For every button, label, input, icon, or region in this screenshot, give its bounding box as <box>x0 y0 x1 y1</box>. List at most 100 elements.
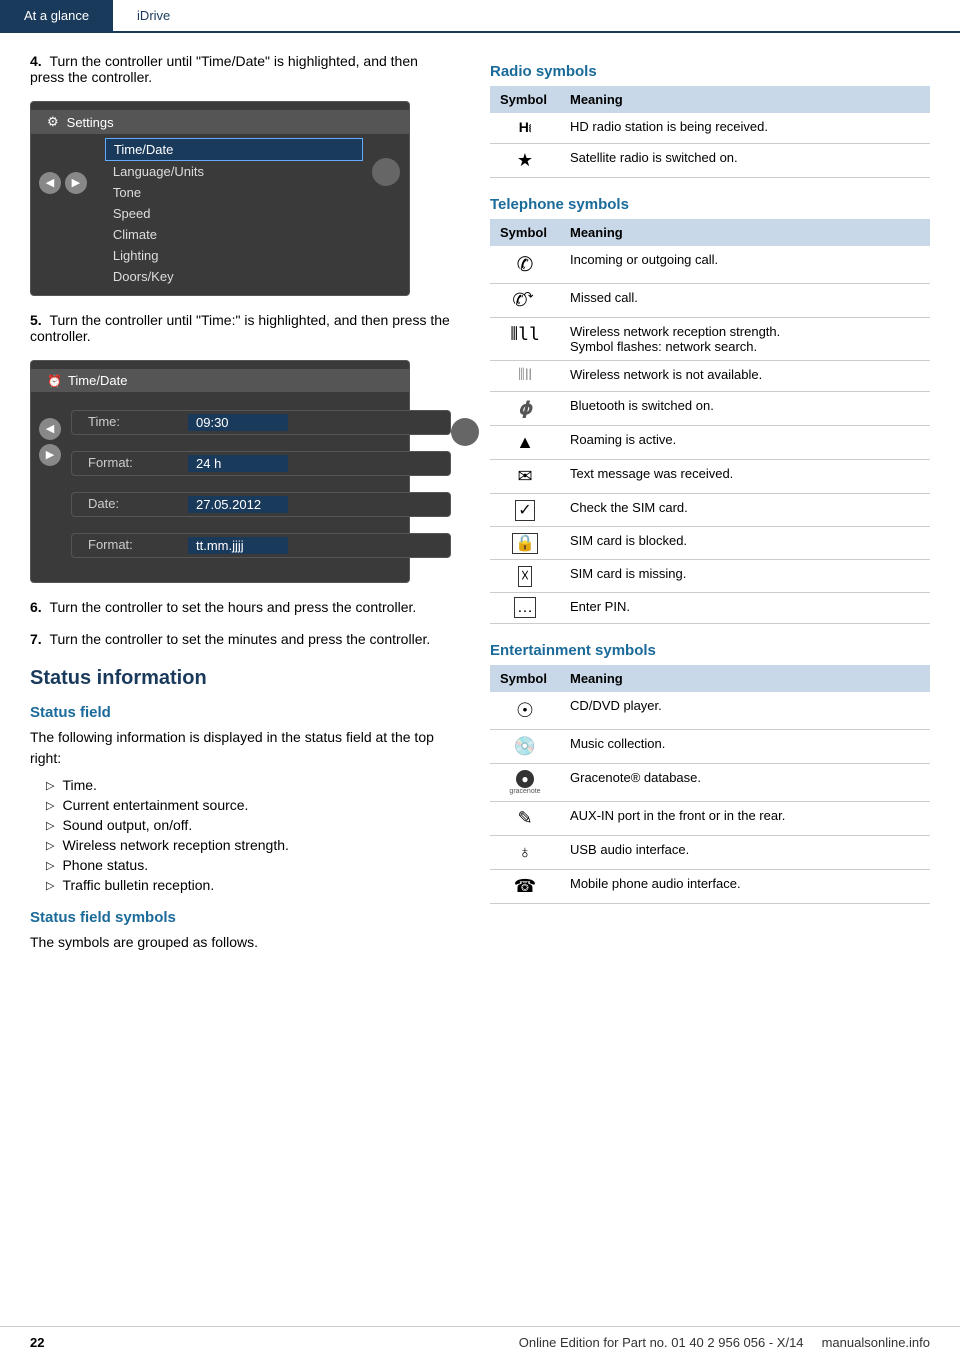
bullet-sound: Sound output, on/off. <box>46 815 450 835</box>
settings-screen-mockup: Settings ◀ ▶ Time/Date Language/Units To… <box>30 101 410 296</box>
step-6: 6. Turn the controller to set the hours … <box>30 599 450 615</box>
ent-col-meaning: Meaning <box>560 665 930 692</box>
radio-sym-hd: H⧙ <box>490 113 560 144</box>
menu-item-language[interactable]: Language/Units <box>97 161 371 182</box>
table-row: ▲ Roaming is active. <box>490 426 930 460</box>
bullet-wireless: Wireless network reception strength. <box>46 835 450 855</box>
time-icon <box>47 373 62 388</box>
tel-meaning-sim-check: Check the SIM card. <box>560 494 930 527</box>
timedate-nav-right[interactable]: ▶ <box>39 444 61 466</box>
step-text-7: Turn the controller to set the minutes a… <box>49 631 430 647</box>
menu-item-doors[interactable]: Doors/Key <box>97 266 371 287</box>
table-row: ⦀ll Wireless network is not available. <box>490 361 930 392</box>
table-row: 🔒 SIM card is blocked. <box>490 527 930 560</box>
radio-symbols-table: Symbol Meaning H⧙ HD radio station is be… <box>490 86 930 178</box>
entertainment-symbols-table: Symbol Meaning ☉ CD/DVD player. 💿 Music … <box>490 665 930 904</box>
menu-item-climate[interactable]: Climate <box>97 224 371 245</box>
tel-sym-signal: ⦀ll <box>490 318 560 361</box>
step-7: 7. Turn the controller to set the minute… <box>30 631 450 647</box>
tel-meaning-no-signal: Wireless network is not available. <box>560 361 930 392</box>
table-row: ✉ Text message was received. <box>490 460 930 494</box>
tel-sym-sim-blocked: 🔒 <box>490 527 560 560</box>
step-text-6: Turn the controller to set the hours and… <box>49 599 416 615</box>
ent-sym-aux: ✎ <box>490 802 560 836</box>
tel-sym-roaming: ▲ <box>490 426 560 460</box>
ent-meaning-music: Music collection. <box>560 730 930 764</box>
timedate-screen-mockup: Time/Date ◀ ▶ Time: 09:30 Format: 24 h <box>30 360 410 583</box>
tel-meaning-sim-blocked: SIM card is blocked. <box>560 527 930 560</box>
tel-col-meaning: Meaning <box>560 219 930 246</box>
radio-meaning-hd: HD radio station is being received. <box>560 113 930 144</box>
menu-item-speed[interactable]: Speed <box>97 203 371 224</box>
status-field-symbols-subheading: Status field symbols <box>30 909 450 926</box>
timedate-header: Time/Date <box>31 369 409 392</box>
ent-sym-usb: ♁ <box>490 836 560 870</box>
table-row: ✓ Check the SIM card. <box>490 494 930 527</box>
left-column: 4. Turn the controller until "Time/Date"… <box>30 53 450 959</box>
footer-copyright: Online Edition for Part no. 01 40 2 956 … <box>519 1335 930 1350</box>
right-column: Radio symbols Symbol Meaning H⧙ HD radio… <box>490 53 930 959</box>
radio-meaning-satellite: Satellite radio is switched on. <box>560 144 930 178</box>
step-number-6: 6. <box>30 599 42 615</box>
ent-sym-cd: ☉ <box>490 692 560 730</box>
timedate-nav-left[interactable]: ◀ <box>39 418 61 440</box>
table-row: ♁ USB audio interface. <box>490 836 930 870</box>
radio-col-meaning: Meaning <box>560 86 930 113</box>
tel-sym-pin: … <box>490 593 560 624</box>
tel-sym-sim-check: ✓ <box>490 494 560 527</box>
nav-right[interactable]: ▶ <box>65 172 87 194</box>
ent-meaning-aux: AUX-IN port in the front or in the rear. <box>560 802 930 836</box>
tab-at-a-glance[interactable]: At a glance <box>0 0 113 31</box>
radio-sym-satellite: ★ <box>490 144 560 178</box>
table-row: ⦀ll Wireless network reception strength.… <box>490 318 930 361</box>
tel-meaning-sim-missing: SIM card is missing. <box>560 560 930 593</box>
table-row: ☎ Mobile phone audio interface. <box>490 870 930 904</box>
tel-sym-missed: ✆↷ <box>490 284 560 318</box>
time-row: Time: 09:30 <box>71 410 451 435</box>
tel-sym-call: ✆ <box>490 246 560 284</box>
tel-sym-sms: ✉ <box>490 460 560 494</box>
ent-meaning-gracenote: Gracenote® database. <box>560 764 930 802</box>
header-tabs: At a glance iDrive <box>0 0 960 33</box>
menu-item-tone[interactable]: Tone <box>97 182 371 203</box>
status-information-heading: Status information <box>30 667 450 690</box>
nav-left[interactable]: ◀ <box>39 172 61 194</box>
ent-meaning-usb: USB audio interface. <box>560 836 930 870</box>
format-row-1: Format: 24 h <box>71 451 451 476</box>
tel-meaning-missed: Missed call. <box>560 284 930 318</box>
table-row: ☉ CD/DVD player. <box>490 692 930 730</box>
tab-idrive[interactable]: iDrive <box>113 0 194 31</box>
status-field-body: The following information is displayed i… <box>30 727 450 769</box>
tel-sym-no-signal: ⦀ll <box>490 361 560 392</box>
table-row: ☓ SIM card is missing. <box>490 560 930 593</box>
ent-meaning-mobile-audio: Mobile phone audio interface. <box>560 870 930 904</box>
step-5: 5. Turn the controller until "Time:" is … <box>30 312 450 344</box>
radio-symbols-heading: Radio symbols <box>490 63 930 80</box>
tel-meaning-bluetooth: Bluetooth is switched on. <box>560 392 930 426</box>
status-field-symbols-body: The symbols are grouped as follows. <box>30 932 450 953</box>
format-row-2: Format: tt.mm.jjjj <box>71 533 451 558</box>
date-row: Date: 27.05.2012 <box>71 492 451 517</box>
tel-col-symbol: Symbol <box>490 219 560 246</box>
settings-header: Settings <box>31 110 409 134</box>
ent-sym-music: 💿 <box>490 730 560 764</box>
tel-sym-sim-missing: ☓ <box>490 560 560 593</box>
table-row: 💿 Music collection. <box>490 730 930 764</box>
step-number-7: 7. <box>30 631 42 647</box>
tel-meaning-call: Incoming or outgoing call. <box>560 246 930 284</box>
telephone-symbols-table: Symbol Meaning ✆ Incoming or outgoing ca… <box>490 219 930 624</box>
table-row: ● gracenote Gracenote® database. <box>490 764 930 802</box>
bullet-time: Time. <box>46 775 450 795</box>
page-number: 22 <box>30 1335 44 1350</box>
radio-col-symbol: Symbol <box>490 86 560 113</box>
status-field-bullets: Time. Current entertainment source. Soun… <box>46 775 450 895</box>
bullet-phone: Phone status. <box>46 855 450 875</box>
tel-meaning-sms: Text message was received. <box>560 460 930 494</box>
table-row: ✆↷ Missed call. <box>490 284 930 318</box>
status-field-subheading: Status field <box>30 704 450 721</box>
menu-item-time-date[interactable]: Time/Date <box>105 138 363 161</box>
menu-item-lighting[interactable]: Lighting <box>97 245 371 266</box>
table-row: ✆ Incoming or outgoing call. <box>490 246 930 284</box>
telephone-symbols-heading: Telephone symbols <box>490 196 930 213</box>
tel-meaning-signal: Wireless network reception strength. Sym… <box>560 318 930 361</box>
